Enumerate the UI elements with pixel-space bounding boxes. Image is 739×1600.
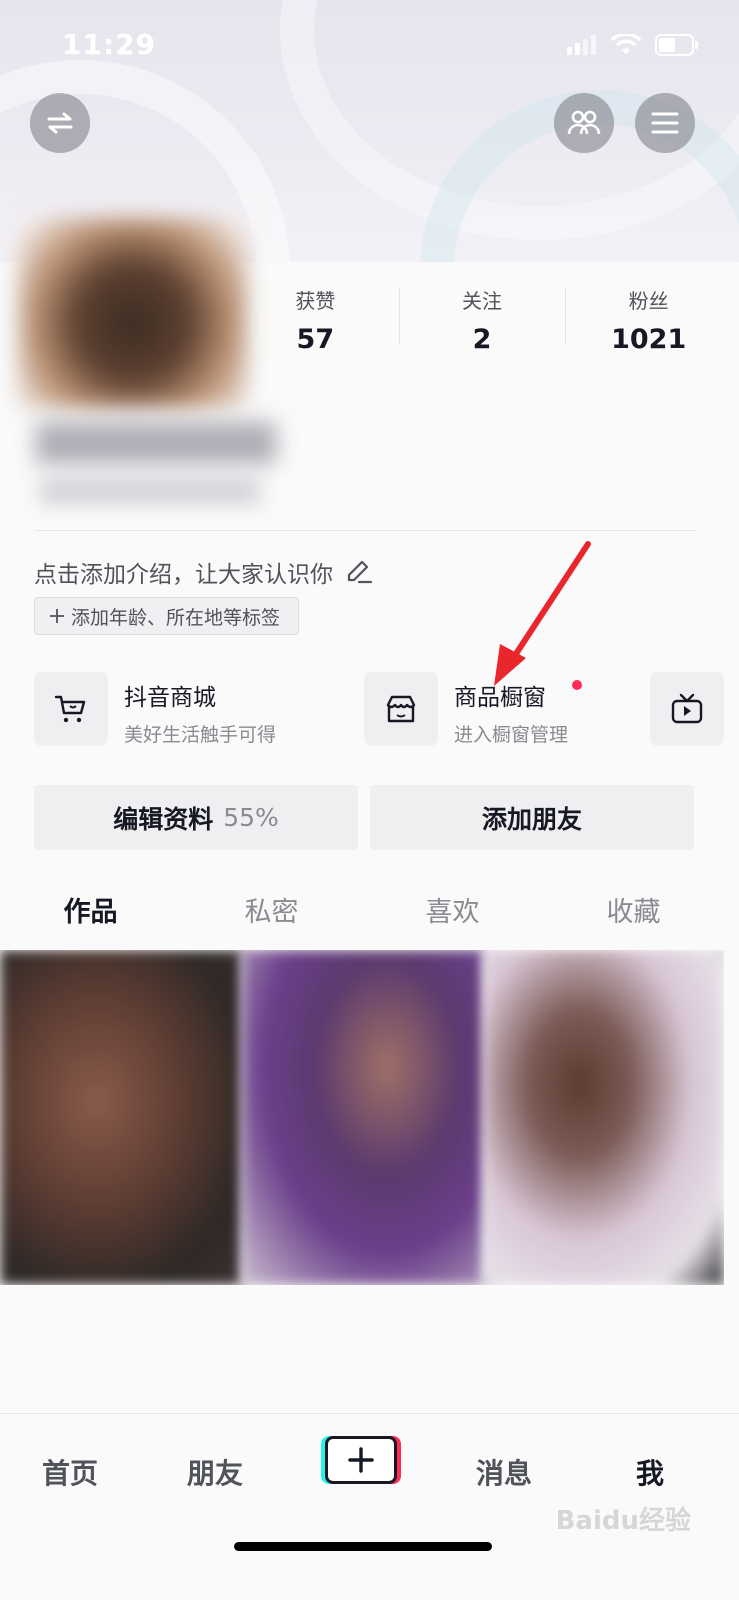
stat-following[interactable]: 关注 2 [398, 283, 566, 358]
red-arrow-annotation [494, 541, 591, 686]
stat-label: 粉丝 [628, 289, 669, 313]
service-title: 抖音商城 [124, 685, 216, 711]
nav-me[interactable]: 我 [636, 1452, 664, 1492]
profile-completion-percent: 55% [223, 803, 279, 832]
plus-icon [348, 1447, 374, 1473]
video-thumbnail[interactable] [0, 950, 242, 1285]
pencil-icon [347, 560, 373, 584]
tab-likes[interactable]: 喜欢 [362, 890, 543, 946]
add-friend-label: 添加朋友 [481, 804, 582, 834]
menu-button[interactable] [635, 93, 695, 153]
add-friend-button[interactable]: 添加朋友 [370, 785, 694, 850]
bio-row[interactable]: 点击添加介绍，让大家认识你 [34, 555, 373, 589]
stat-value: 1021 [611, 324, 687, 355]
storefront-icon [386, 695, 416, 723]
shopping-cart-icon [54, 695, 86, 723]
tab-favorites[interactable]: 收藏 [543, 890, 724, 946]
service-icon-box [364, 672, 438, 746]
video-thumbnail[interactable] [484, 950, 724, 1285]
status-icons [567, 34, 699, 56]
edit-profile-button[interactable]: 编辑资料 55% [34, 785, 358, 850]
create-button[interactable] [325, 1436, 397, 1484]
tab-works[interactable]: 作品 [0, 890, 181, 946]
stat-label: 关注 [462, 289, 502, 313]
nav-friends[interactable]: 朋友 [187, 1452, 243, 1492]
bio-placeholder: 点击添加介绍，让大家认识你 [34, 562, 333, 588]
home-indicator[interactable] [234, 1542, 492, 1551]
username-blurred [36, 422, 276, 464]
nav-messages[interactable]: 消息 [476, 1452, 532, 1492]
avatar[interactable] [18, 218, 248, 408]
tv-play-icon [671, 693, 703, 724]
status-time: 11:29 [62, 28, 157, 61]
switch-account-button[interactable] [30, 93, 90, 153]
nav-home[interactable]: 首页 [42, 1452, 98, 1492]
service-douyin-mall[interactable]: 抖音商城 美好生活触手可得 [34, 672, 276, 747]
stat-value: 2 [472, 324, 492, 355]
tab-private[interactable]: 私密 [181, 890, 362, 946]
friends-button[interactable] [554, 93, 614, 153]
battery-icon [655, 34, 698, 56]
stat-likes[interactable]: 获赞 57 [232, 283, 399, 358]
service-icon-box [34, 672, 108, 746]
people-icon [567, 110, 601, 135]
divider [34, 530, 696, 531]
edit-profile-label: 编辑资料 [113, 804, 214, 834]
watermark: Baidu经验 [555, 1506, 691, 1536]
add-tags-label: 添加年龄、所在地等标签 [71, 606, 281, 629]
service-subtitle: 进入橱窗管理 [454, 724, 569, 746]
user-id-blurred [40, 478, 260, 504]
stat-followers[interactable]: 粉丝 1021 [565, 283, 732, 358]
swap-arrows-icon [47, 112, 73, 134]
service-live[interactable] [650, 672, 724, 746]
stat-value: 57 [296, 324, 335, 355]
profile-stats: 获赞 57 关注 2 粉丝 1021 [232, 283, 732, 358]
video-grid [0, 950, 724, 1285]
content-tabs: 作品 私密 喜欢 收藏 [0, 890, 724, 946]
service-subtitle: 美好生活触手可得 [124, 724, 277, 746]
add-tags-button[interactable]: 添加年龄、所在地等标签 [34, 597, 300, 635]
hamburger-icon [651, 112, 679, 134]
service-icon-box [650, 672, 724, 746]
video-thumbnail[interactable] [242, 950, 484, 1285]
stat-label: 获赞 [295, 289, 336, 313]
wifi-icon [611, 34, 641, 54]
signal-icon [567, 35, 596, 55]
plus-icon [50, 609, 64, 623]
status-bar: 11:29 [0, 0, 739, 95]
